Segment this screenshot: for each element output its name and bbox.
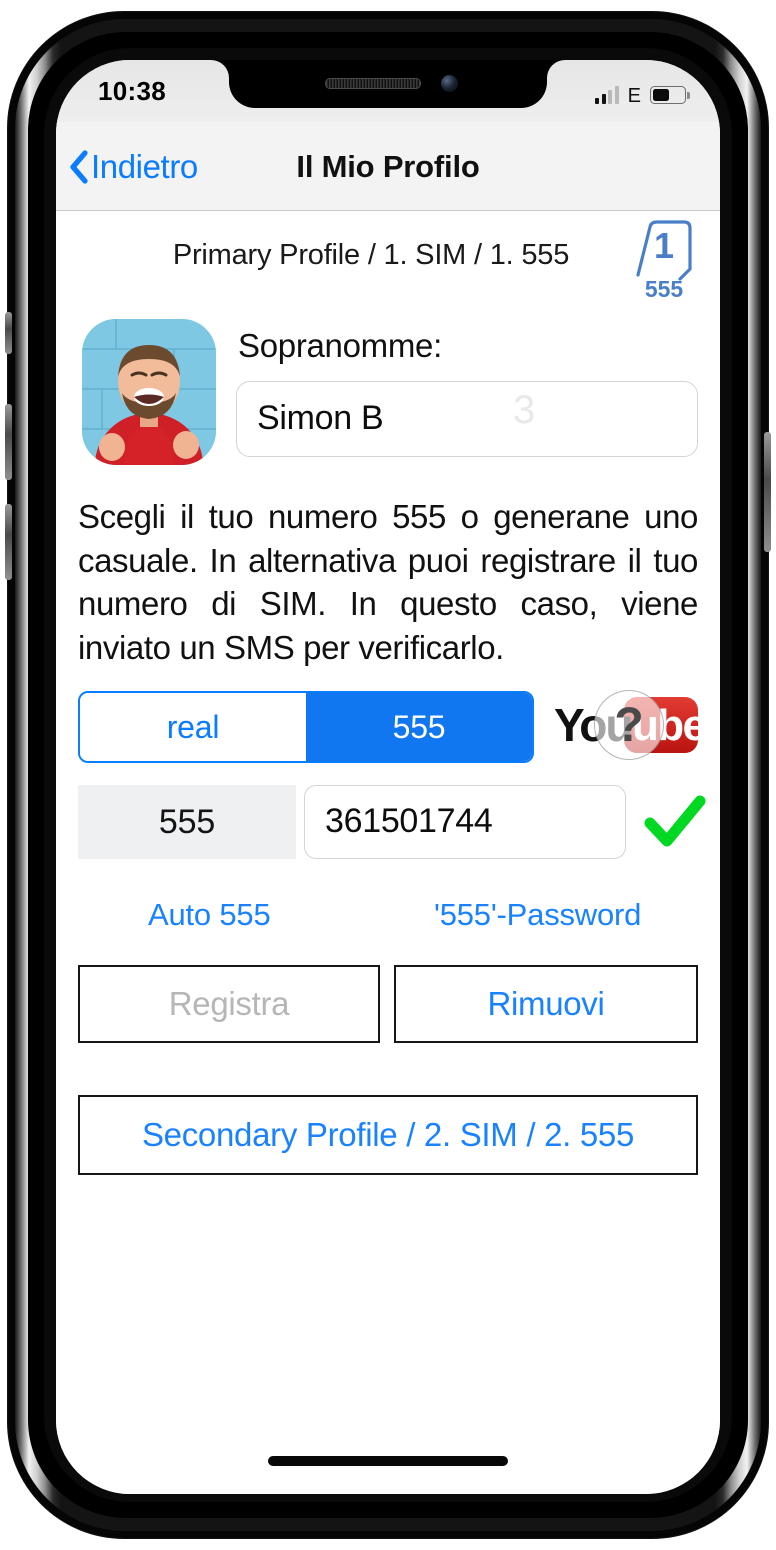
phone-device-frame: 10:38 E Indietro Il Mio Profilo Primary … bbox=[5, 12, 771, 1538]
checkmark-icon bbox=[642, 789, 708, 855]
main-content: Primary Profile / 1. SIM / 1. 555 1 555 bbox=[56, 211, 720, 1494]
phone-number-value: 361501744 bbox=[325, 802, 493, 841]
battery-icon bbox=[650, 86, 690, 104]
nickname-watermark: 3 bbox=[513, 388, 536, 432]
segment-555[interactable]: 555 bbox=[306, 693, 532, 762]
segment-real[interactable]: real bbox=[80, 693, 306, 762]
number-prefix-field: 555 bbox=[78, 785, 296, 860]
status-indicators: E bbox=[595, 78, 690, 107]
status-bar: 10:38 E bbox=[56, 60, 720, 122]
nickname-input[interactable]: 3 Simon B bbox=[236, 381, 698, 457]
avatar[interactable] bbox=[82, 319, 216, 465]
navigation-bar: Indietro Il Mio Profilo bbox=[56, 122, 720, 211]
youtube-help-icon[interactable]: You ube ? bbox=[554, 690, 707, 761]
sim-card-icon: 1 555 bbox=[630, 217, 698, 302]
profile-header-row: Primary Profile / 1. SIM / 1. 555 1 555 bbox=[56, 211, 720, 307]
phone-screen: 10:38 E Indietro Il Mio Profilo Primary … bbox=[56, 60, 720, 1494]
links-row: Auto 555 '555'-Password bbox=[56, 883, 720, 959]
power-button[interactable] bbox=[764, 432, 771, 552]
volume-down-button[interactable] bbox=[5, 504, 12, 580]
earpiece-speaker-icon bbox=[325, 78, 421, 89]
nickname-row: Sopranomme: 3 Simon B bbox=[56, 313, 720, 473]
cellular-signal-icon bbox=[595, 86, 619, 104]
battery-fill bbox=[652, 88, 669, 102]
network-type-label: E bbox=[627, 85, 641, 107]
action-buttons-row: Registra Rimuovi bbox=[56, 965, 720, 1057]
555-password-link[interactable]: '555'-Password bbox=[434, 897, 641, 933]
remove-button[interactable]: Rimuovi bbox=[394, 965, 698, 1044]
front-camera-icon bbox=[441, 75, 458, 92]
segmented-control-row: real 555 You ube ? bbox=[56, 690, 720, 775]
phone-number-input[interactable]: 361501744 bbox=[304, 785, 626, 860]
secondary-profile-button[interactable]: Secondary Profile / 2. SIM / 2. 555 bbox=[78, 1095, 698, 1176]
sim-badge-number: 1 bbox=[653, 225, 675, 266]
device-notch bbox=[229, 60, 547, 108]
status-clock: 10:38 bbox=[98, 76, 166, 106]
question-mark-icon: ? bbox=[594, 690, 664, 761]
silent-switch-button[interactable] bbox=[5, 312, 12, 354]
sim-badge-sublabel: 555 bbox=[644, 276, 684, 302]
profile-path-label: Primary Profile / 1. SIM / 1. 555 bbox=[172, 239, 570, 271]
volume-up-button[interactable] bbox=[5, 404, 12, 480]
page-title: Il Mio Profilo bbox=[296, 149, 480, 184]
number-entry-row: 555 361501744 bbox=[56, 785, 720, 869]
auto-555-link[interactable]: Auto 555 bbox=[148, 897, 271, 933]
register-button[interactable]: Registra bbox=[78, 965, 380, 1044]
description-text: Scegli il tuo numero 555 o generane uno … bbox=[78, 498, 698, 666]
home-indicator[interactable] bbox=[268, 1456, 508, 1466]
number-mode-segmented-control[interactable]: real 555 bbox=[78, 691, 534, 764]
nickname-value: Simon B bbox=[257, 399, 384, 437]
nickname-label: Sopranomme: bbox=[238, 327, 442, 364]
